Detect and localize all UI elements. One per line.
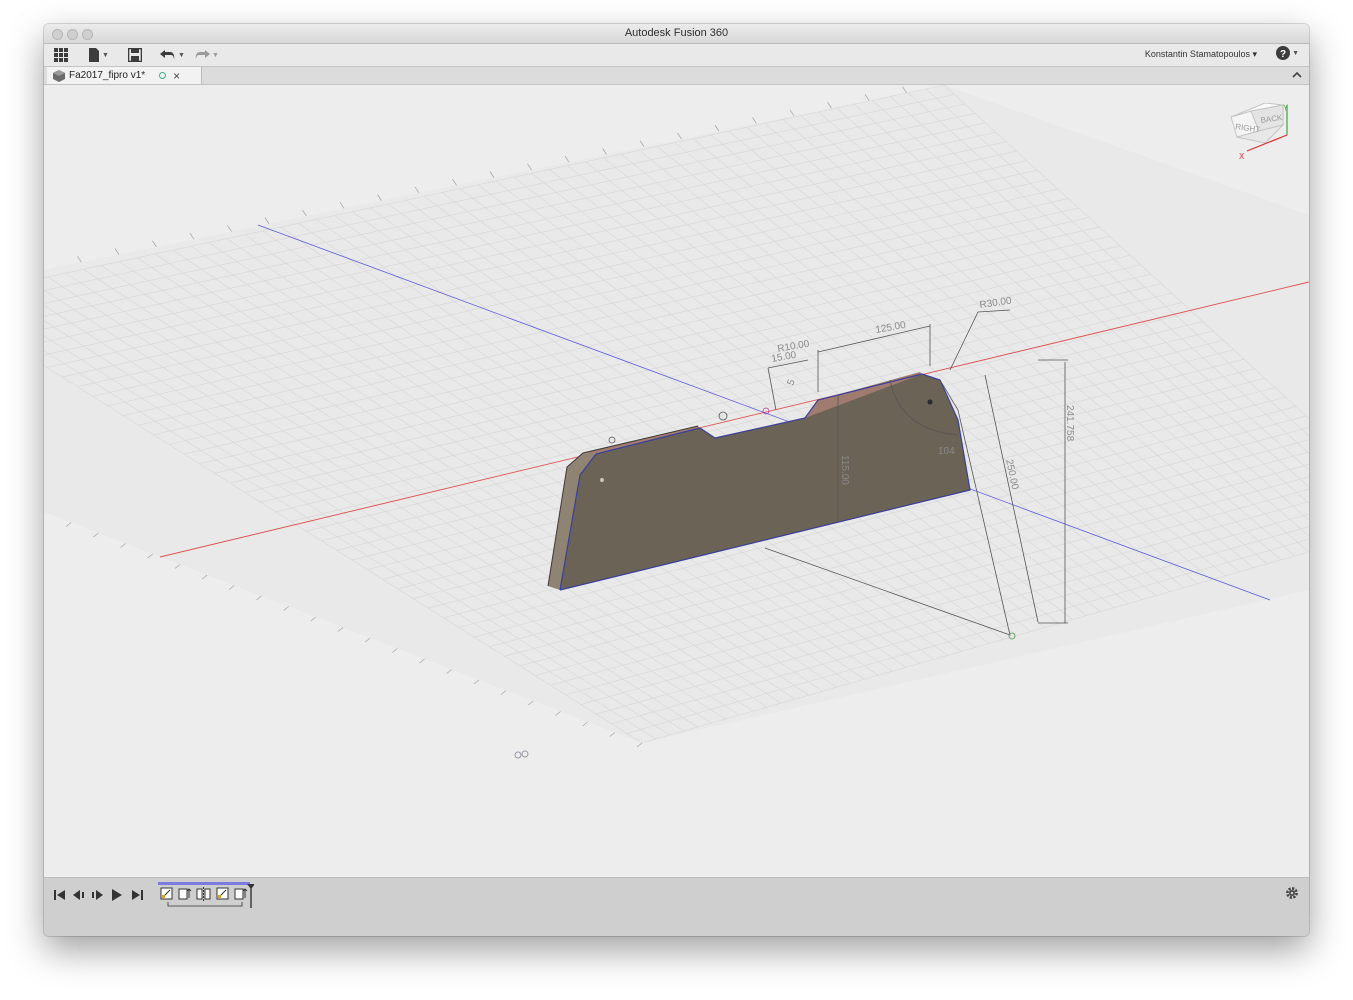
height-115-label: 115.00 [839,455,850,485]
chevron-down-icon: ▼ [1292,49,1299,57]
chevron-down-icon: ▼ [102,51,109,59]
skip-to-start-button[interactable] [54,888,66,906]
save-icon [128,48,142,62]
app-window: Autodesk Fusion 360 ▼ ▼ ▼ Konstantin Sta… [44,24,1309,936]
help-button[interactable]: ? ▼ [1276,46,1299,60]
file-menu-button[interactable]: ▼ [88,46,109,64]
timeline-panel [44,877,1309,936]
skip-to-end-button[interactable] [131,888,143,906]
view-cube[interactable]: RIGHT BACK X Y [1225,103,1289,167]
redo-icon [195,50,210,60]
redo-button[interactable]: ▼ [194,46,219,64]
3d-viewport[interactable]: R30.00 125.00 R10.00 15.00 5 115.00 104 … [44,85,1309,877]
timeline-extrude-2[interactable] [234,888,248,900]
timeline-features [158,882,255,908]
undo-icon [160,50,175,60]
title-bar: Autodesk Fusion 360 [44,24,1309,44]
timeline-sketch-1[interactable] [160,887,173,900]
chevron-up-icon [1292,71,1302,78]
save-button[interactable] [128,46,142,64]
saved-status-icon [159,72,167,79]
chevron-down-icon: ▼ [212,51,219,59]
document-tab-label: Fa2017_fipro v1* [69,70,146,81]
height-241-label: 241.758 [1064,405,1075,442]
apps-button[interactable] [54,46,68,64]
document-tab[interactable]: Fa2017_fipro v1* × [47,67,202,84]
close-tab-icon[interactable]: × [173,70,180,82]
step-forward-icon [92,890,103,900]
timeline-mirror[interactable] [196,887,211,901]
component-cube-icon [53,69,65,82]
file-icon [89,48,99,62]
gear-icon [1286,887,1298,899]
user-menu[interactable]: Konstantin Stamatopoulos ▾ [1145,49,1257,60]
svg-text:?: ? [1280,49,1286,60]
radius-104-label: 104 [938,446,955,457]
step-back-button[interactable] [73,888,85,906]
step-back-icon [73,890,84,900]
toolbar: ▼ ▼ ▼ Konstantin Stamatopoulos ▾ ? ▼ [44,44,1309,67]
apps-grid-icon [54,48,68,62]
undo-button[interactable]: ▼ [160,46,185,64]
window-title: Autodesk Fusion 360 [624,27,729,39]
timeline-extrude-1[interactable] [178,888,192,900]
3d-scene: R30.00 125.00 R10.00 15.00 5 115.00 104 … [44,85,1309,759]
document-tab-bar: Fa2017_fipro v1* × [44,67,1309,85]
play-icon [112,889,122,901]
chevron-down-icon: ▼ [178,51,185,59]
timeline-settings-button[interactable] [1285,886,1299,905]
help-icon: ? [1276,46,1291,60]
origin-marker [514,750,529,759]
collapse-button[interactable] [1291,68,1303,86]
skip-to-start-icon [54,890,65,900]
x-axis-label: X [1239,152,1245,161]
y-axis-label: Y [1283,104,1289,113]
play-button[interactable] [111,888,123,906]
timeline-marker-icon [247,884,255,889]
timeline-sketch-2[interactable] [216,887,229,900]
step-forward-button[interactable] [92,888,104,906]
skip-to-end-icon [132,890,143,900]
